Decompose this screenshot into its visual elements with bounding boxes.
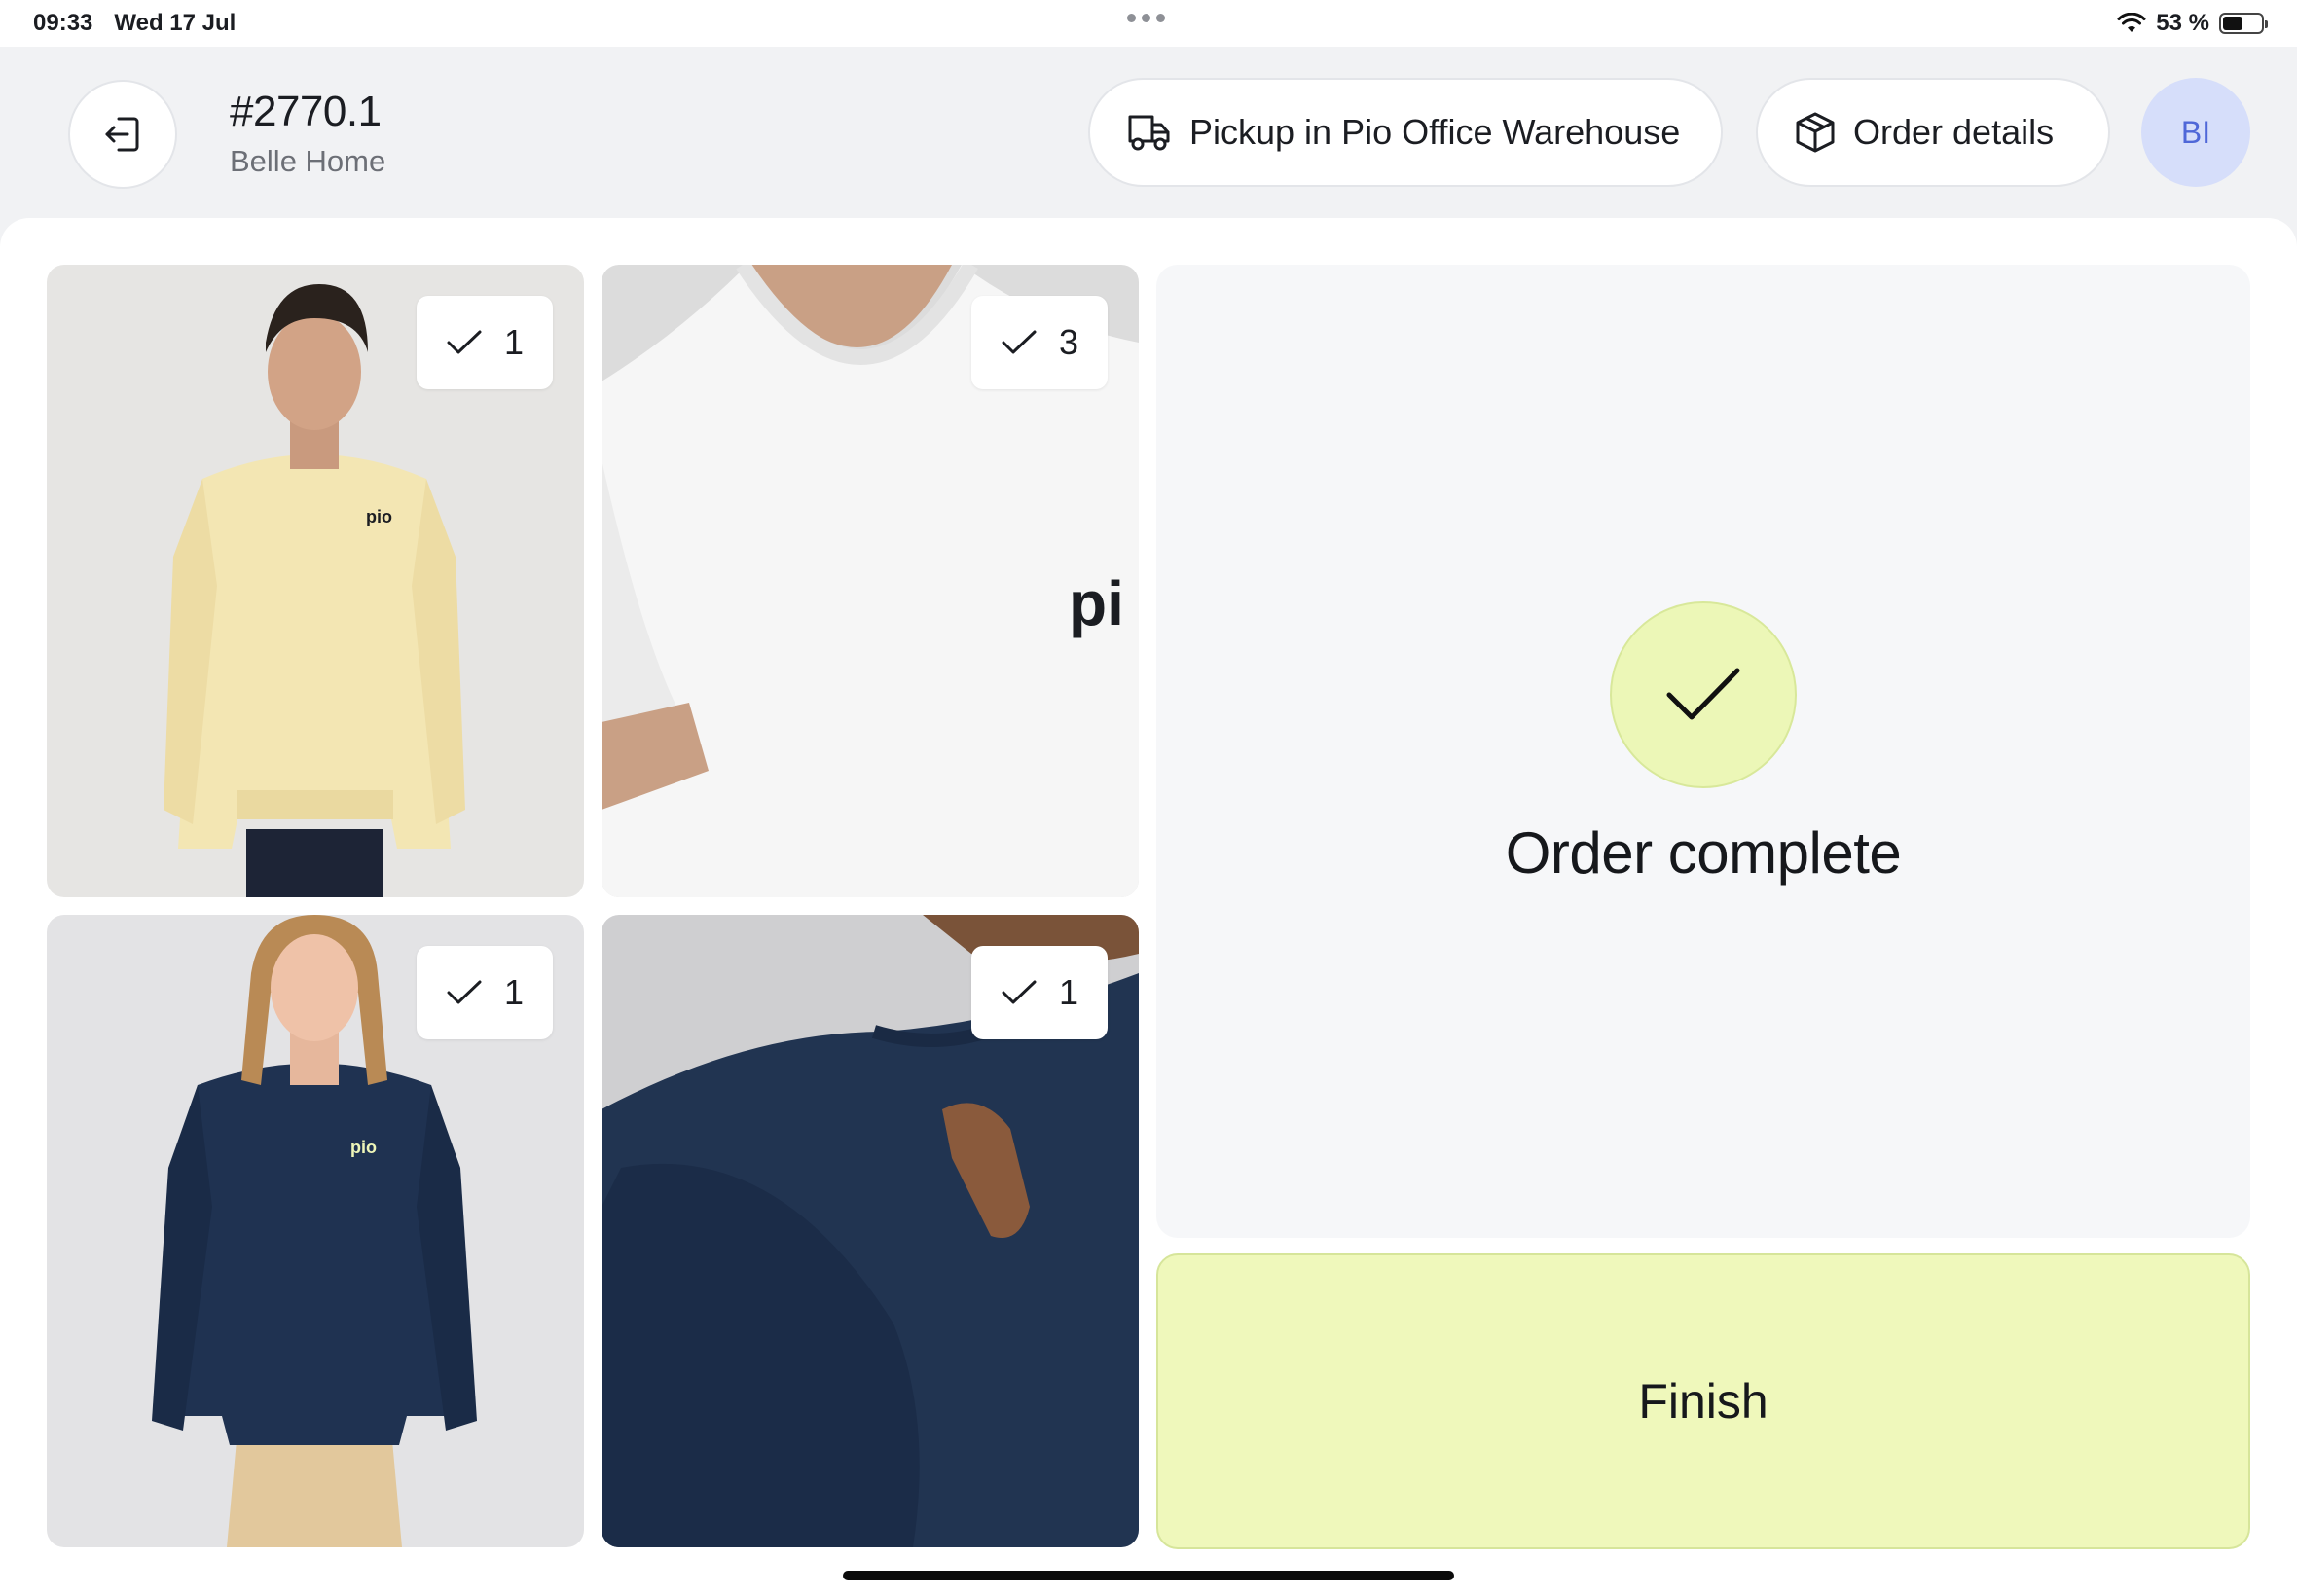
- picked-quantity-badge: 3: [970, 296, 1108, 389]
- picked-quantity-badge: 1: [416, 296, 553, 389]
- multitask-dots-icon[interactable]: [1127, 14, 1165, 22]
- product-tile[interactable]: pio 1: [47, 915, 584, 1547]
- order-details-button[interactable]: Order details: [1756, 78, 2110, 187]
- avatar[interactable]: BI: [2141, 78, 2250, 187]
- check-icon: [1002, 330, 1037, 354]
- complete-check-badge: [1610, 601, 1797, 788]
- product-tile[interactable]: pi 3: [602, 265, 1139, 897]
- finish-button[interactable]: Finish: [1156, 1253, 2250, 1549]
- order-details-label: Order details: [1853, 112, 2055, 152]
- svg-text:pio: pio: [350, 1138, 377, 1157]
- avatar-initials: BI: [2180, 114, 2211, 150]
- status-date: Wed 17 Jul: [114, 10, 237, 36]
- order-complete-message: Order complete: [1505, 820, 1902, 886]
- battery-icon: [2219, 13, 2268, 34]
- svg-text:pi: pi: [1069, 568, 1124, 638]
- quantity-count: 1: [503, 972, 524, 1012]
- home-indicator[interactable]: [843, 1571, 1454, 1580]
- quantity-count: 1: [503, 322, 524, 362]
- product-tile[interactable]: pio 1: [47, 265, 584, 897]
- wifi-icon: [2117, 13, 2146, 32]
- status-right: 53 %: [2117, 10, 2268, 37]
- order-complete-card: Order complete: [1156, 265, 2250, 1238]
- package-icon: [1796, 112, 1835, 153]
- back-button[interactable]: [68, 80, 177, 189]
- quantity-count: 1: [1058, 972, 1078, 1012]
- status-left: 09:33 Wed 17 Jul: [33, 10, 236, 37]
- product-tile[interactable]: 1: [602, 915, 1139, 1547]
- pickup-location-button[interactable]: Pickup in Pio Office Warehouse: [1088, 78, 1723, 187]
- order-id: #2770.1: [230, 88, 382, 135]
- quantity-count: 3: [1058, 322, 1078, 362]
- exit-arrow-icon: [105, 117, 139, 152]
- picked-quantity-badge: 1: [970, 946, 1108, 1039]
- check-icon: [447, 330, 482, 354]
- battery-percentage: 53 %: [2156, 10, 2209, 36]
- check-icon: [1666, 668, 1740, 720]
- truck-icon: [1128, 115, 1170, 151]
- order-header: #2770.1 Belle Home Pickup in Pio Office …: [0, 47, 2297, 218]
- pickup-label: Pickup in Pio Office Warehouse: [1189, 112, 1681, 152]
- customer-name: Belle Home: [230, 144, 386, 178]
- check-icon: [447, 980, 482, 1004]
- svg-text:pio: pio: [366, 507, 392, 526]
- picked-quantity-badge: 1: [416, 946, 553, 1039]
- status-time: 09:33: [33, 10, 93, 36]
- status-bar: 09:33 Wed 17 Jul 53 %: [0, 0, 2297, 47]
- main-panel: pio 1 pi 3 pio 1 1 Order complete Finish: [0, 218, 2297, 1596]
- finish-label: Finish: [1638, 1374, 1768, 1429]
- check-icon: [1002, 980, 1037, 1004]
